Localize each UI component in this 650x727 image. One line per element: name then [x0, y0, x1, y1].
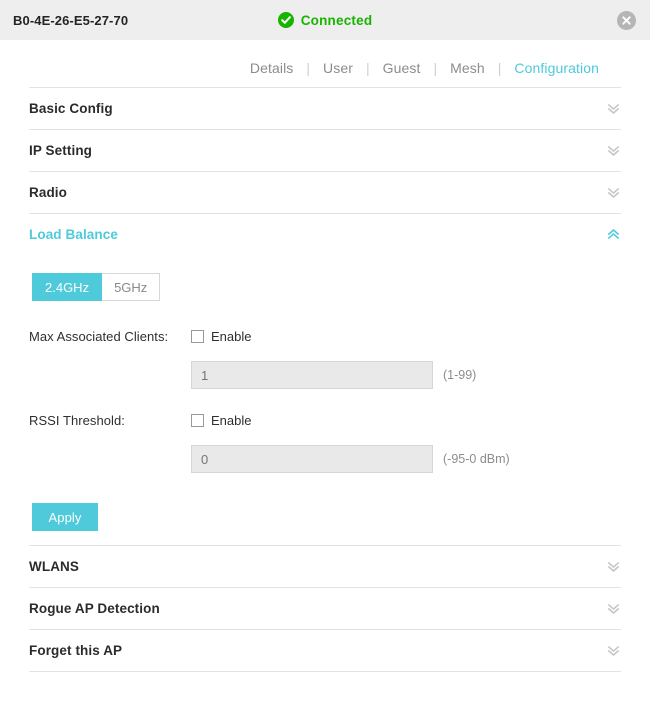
tab-mesh[interactable]: Mesh	[437, 58, 498, 78]
apply-button[interactable]: Apply	[32, 503, 98, 531]
section-forget-this-ap: Forget this AP	[29, 630, 621, 672]
tab-configuration[interactable]: Configuration	[501, 58, 612, 78]
section-header-forget-this-ap[interactable]: Forget this AP	[29, 630, 621, 671]
section-load-balance: Load Balance 2.4GHz 5GHz Max Associated …	[29, 214, 621, 546]
rssi-threshold-row: RSSI Threshold: Enable	[29, 407, 621, 433]
max-clients-row: Max Associated Clients: Enable	[29, 323, 621, 349]
section-header-wlans[interactable]: WLANS	[29, 546, 621, 587]
section-title: WLANS	[29, 559, 79, 574]
ap-configuration-panel: B0-4E-26-E5-27-70 Connected Details | Us…	[0, 0, 650, 727]
rssi-threshold-enable-toggle[interactable]: Enable	[191, 413, 251, 428]
section-title: IP Setting	[29, 143, 93, 158]
section-radio: Radio	[29, 172, 621, 214]
tab-guest[interactable]: Guest	[370, 58, 434, 78]
max-clients-hint: (1-99)	[443, 368, 477, 382]
section-title: Radio	[29, 185, 68, 200]
tab-navigation: Details | User | Guest | Mesh | Configur…	[0, 40, 650, 88]
configuration-accordion: Basic Config IP Setting Radio Load Balan…	[0, 88, 650, 672]
section-title: Rogue AP Detection	[29, 601, 160, 616]
load-balance-body: 2.4GHz 5GHz Max Associated Clients: Enab…	[29, 255, 621, 545]
section-title: Forget this AP	[29, 643, 123, 658]
close-icon[interactable]	[617, 10, 636, 30]
tabs-divider	[29, 87, 621, 88]
tab-details[interactable]: Details	[237, 58, 307, 78]
checkbox-icon[interactable]	[191, 329, 204, 343]
rssi-threshold-enable-label: Enable	[211, 412, 252, 428]
section-ip-setting: IP Setting	[29, 130, 621, 172]
section-rogue-ap-detection: Rogue AP Detection	[29, 588, 621, 630]
max-clients-enable-toggle[interactable]: Enable	[191, 329, 251, 344]
max-clients-enable-label: Enable	[211, 328, 252, 344]
rssi-threshold-hint: (-95-0 dBm)	[443, 452, 510, 466]
rssi-threshold-label: RSSI Threshold:	[29, 412, 125, 428]
tab-user[interactable]: User	[310, 58, 366, 78]
chevron-double-down-icon[interactable]	[606, 185, 621, 200]
section-header-load-balance[interactable]: Load Balance	[29, 214, 621, 255]
check-circle-icon	[277, 12, 294, 28]
section-header-rogue-ap-detection[interactable]: Rogue AP Detection	[29, 588, 621, 629]
rssi-threshold-input-row: (-95-0 dBm)	[29, 445, 621, 473]
chevron-double-down-icon[interactable]	[606, 643, 621, 658]
section-header-ip-setting[interactable]: IP Setting	[29, 130, 621, 171]
chevron-double-up-icon[interactable]	[606, 227, 621, 242]
connection-status-label: Connected	[300, 12, 373, 28]
chevron-double-down-icon[interactable]	[606, 143, 621, 158]
max-clients-input[interactable]	[191, 361, 433, 389]
band-button-24ghz[interactable]: 2.4GHz	[32, 273, 103, 301]
checkbox-icon[interactable]	[191, 413, 204, 427]
section-wlans: WLANS	[29, 546, 621, 588]
section-basic-config: Basic Config	[29, 88, 621, 130]
section-header-basic-config[interactable]: Basic Config	[29, 88, 621, 129]
band-button-5ghz[interactable]: 5GHz	[102, 273, 161, 301]
ap-mac-address: B0-4E-26-E5-27-70	[13, 12, 129, 28]
panel-titlebar: B0-4E-26-E5-27-70 Connected	[0, 0, 650, 40]
chevron-double-down-icon[interactable]	[606, 559, 621, 574]
chevron-double-down-icon[interactable]	[606, 101, 621, 116]
section-title: Load Balance	[29, 227, 118, 242]
section-title: Basic Config	[29, 101, 113, 116]
chevron-double-down-icon[interactable]	[606, 601, 621, 616]
max-clients-input-row: (1-99)	[29, 361, 621, 389]
section-header-radio[interactable]: Radio	[29, 172, 621, 213]
max-clients-label: Max Associated Clients:	[29, 328, 169, 344]
band-selector: 2.4GHz 5GHz	[32, 273, 161, 301]
rssi-threshold-input[interactable]	[191, 445, 433, 473]
